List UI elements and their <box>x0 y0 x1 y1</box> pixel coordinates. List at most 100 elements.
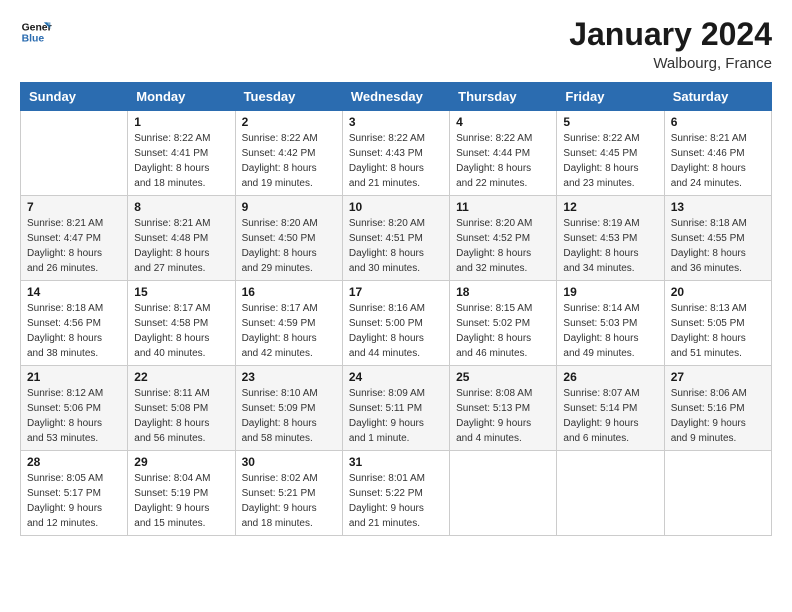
day-number: 5 <box>563 115 657 129</box>
day-info: Sunrise: 8:21 AMSunset: 4:47 PMDaylight:… <box>27 216 121 276</box>
cell-0-5: 5 Sunrise: 8:22 AMSunset: 4:45 PMDaylight… <box>557 111 664 196</box>
day-info: Sunrise: 8:21 AMSunset: 4:48 PMDaylight:… <box>134 216 228 276</box>
day-info: Sunrise: 8:17 AMSunset: 4:58 PMDaylight:… <box>134 301 228 361</box>
cell-1-1: 8 Sunrise: 8:21 AMSunset: 4:48 PMDaylight… <box>128 196 235 281</box>
page: General Blue January 2024 Walbourg, Fran… <box>0 0 792 612</box>
day-info: Sunrise: 8:18 AMSunset: 4:55 PMDaylight:… <box>671 216 765 276</box>
col-saturday: Saturday <box>664 83 771 111</box>
day-info: Sunrise: 8:08 AMSunset: 5:13 PMDaylight:… <box>456 386 550 446</box>
day-number: 10 <box>349 200 443 214</box>
cell-0-0 <box>21 111 128 196</box>
day-number: 11 <box>456 200 550 214</box>
day-info: Sunrise: 8:14 AMSunset: 5:03 PMDaylight:… <box>563 301 657 361</box>
day-info: Sunrise: 8:16 AMSunset: 5:00 PMDaylight:… <box>349 301 443 361</box>
col-tuesday: Tuesday <box>235 83 342 111</box>
week-row-4: 28 Sunrise: 8:05 AMSunset: 5:17 PMDayligh… <box>21 451 772 536</box>
cell-1-3: 10Sunrise: 8:20 AMSunset: 4:51 PMDayligh… <box>342 196 449 281</box>
cell-2-3: 17 Sunrise: 8:16 AMSunset: 5:00 PMDayligh… <box>342 281 449 366</box>
cell-2-5: 19 Sunrise: 8:14 AMSunset: 5:03 PMDayligh… <box>557 281 664 366</box>
day-number: 27 <box>671 370 765 384</box>
day-info: Sunrise: 8:05 AMSunset: 5:17 PMDaylight:… <box>27 471 121 531</box>
day-info: Sunrise: 8:12 AMSunset: 5:06 PMDaylight:… <box>27 386 121 446</box>
day-number: 24 <box>349 370 443 384</box>
cell-0-1: 1 Sunrise: 8:22 AMSunset: 4:41 PMDaylight… <box>128 111 235 196</box>
day-info: Sunrise: 8:09 AMSunset: 5:11 PMDaylight:… <box>349 386 443 446</box>
col-thursday: Thursday <box>450 83 557 111</box>
col-friday: Friday <box>557 83 664 111</box>
cell-2-6: 20 Sunrise: 8:13 AMSunset: 5:05 PMDayligh… <box>664 281 771 366</box>
day-info: Sunrise: 8:22 AMSunset: 4:42 PMDaylight:… <box>242 131 336 191</box>
day-number: 7 <box>27 200 121 214</box>
day-info: Sunrise: 8:21 AMSunset: 4:46 PMDaylight:… <box>671 131 765 191</box>
day-number: 19 <box>563 285 657 299</box>
day-number: 2 <box>242 115 336 129</box>
cell-2-0: 14 Sunrise: 8:18 AMSunset: 4:56 PMDayligh… <box>21 281 128 366</box>
day-number: 14 <box>27 285 121 299</box>
cell-4-1: 29 Sunrise: 8:04 AMSunset: 5:19 PMDayligh… <box>128 451 235 536</box>
cell-3-5: 26Sunrise: 8:07 AMSunset: 5:14 PMDayligh… <box>557 366 664 451</box>
day-number: 6 <box>671 115 765 129</box>
svg-text:Blue: Blue <box>22 34 45 45</box>
day-info: Sunrise: 8:17 AMSunset: 4:59 PMDaylight:… <box>242 301 336 361</box>
day-number: 29 <box>134 455 228 469</box>
cell-0-3: 3Sunrise: 8:22 AMSunset: 4:43 PMDaylight… <box>342 111 449 196</box>
cell-4-3: 31 Sunrise: 8:01 AMSunset: 5:22 PMDayligh… <box>342 451 449 536</box>
logo: General Blue <box>20 16 52 48</box>
cell-0-4: 4 Sunrise: 8:22 AMSunset: 4:44 PMDaylight… <box>450 111 557 196</box>
day-number: 28 <box>27 455 121 469</box>
cell-3-4: 25Sunrise: 8:08 AMSunset: 5:13 PMDayligh… <box>450 366 557 451</box>
day-number: 20 <box>671 285 765 299</box>
header: General Blue January 2024 Walbourg, Fran… <box>20 16 772 72</box>
day-number: 12 <box>563 200 657 214</box>
cell-3-3: 24 Sunrise: 8:09 AMSunset: 5:11 PMDayligh… <box>342 366 449 451</box>
week-row-2: 14 Sunrise: 8:18 AMSunset: 4:56 PMDayligh… <box>21 281 772 366</box>
week-row-3: 21Sunrise: 8:12 AMSunset: 5:06 PMDayligh… <box>21 366 772 451</box>
calendar-table: Sunday Monday Tuesday Wednesday Thursday… <box>20 82 772 536</box>
day-number: 16 <box>242 285 336 299</box>
day-number: 4 <box>456 115 550 129</box>
location: Walbourg, France <box>569 55 772 72</box>
cell-1-4: 11Sunrise: 8:20 AMSunset: 4:52 PMDayligh… <box>450 196 557 281</box>
logo-icon: General Blue <box>20 16 52 48</box>
cell-1-6: 13 Sunrise: 8:18 AMSunset: 4:55 PMDayligh… <box>664 196 771 281</box>
cell-1-0: 7 Sunrise: 8:21 AMSunset: 4:47 PMDaylight… <box>21 196 128 281</box>
day-number: 30 <box>242 455 336 469</box>
cell-3-0: 21Sunrise: 8:12 AMSunset: 5:06 PMDayligh… <box>21 366 128 451</box>
col-monday: Monday <box>128 83 235 111</box>
day-number: 13 <box>671 200 765 214</box>
day-info: Sunrise: 8:20 AMSunset: 4:50 PMDaylight:… <box>242 216 336 276</box>
col-wednesday: Wednesday <box>342 83 449 111</box>
day-number: 1 <box>134 115 228 129</box>
day-number: 23 <box>242 370 336 384</box>
cell-4-2: 30 Sunrise: 8:02 AMSunset: 5:21 PMDayligh… <box>235 451 342 536</box>
calendar-body: 1 Sunrise: 8:22 AMSunset: 4:41 PMDaylight… <box>21 111 772 536</box>
day-info: Sunrise: 8:13 AMSunset: 5:05 PMDaylight:… <box>671 301 765 361</box>
cell-4-4 <box>450 451 557 536</box>
day-info: Sunrise: 8:22 AMSunset: 4:45 PMDaylight:… <box>563 131 657 191</box>
col-sunday: Sunday <box>21 83 128 111</box>
day-number: 3 <box>349 115 443 129</box>
day-info: Sunrise: 8:04 AMSunset: 5:19 PMDaylight:… <box>134 471 228 531</box>
day-number: 15 <box>134 285 228 299</box>
day-number: 17 <box>349 285 443 299</box>
day-info: Sunrise: 8:02 AMSunset: 5:21 PMDaylight:… <box>242 471 336 531</box>
cell-4-6 <box>664 451 771 536</box>
week-row-0: 1 Sunrise: 8:22 AMSunset: 4:41 PMDaylight… <box>21 111 772 196</box>
day-info: Sunrise: 8:22 AMSunset: 4:41 PMDaylight:… <box>134 131 228 191</box>
cell-4-5 <box>557 451 664 536</box>
day-number: 9 <box>242 200 336 214</box>
cell-3-2: 23 Sunrise: 8:10 AMSunset: 5:09 PMDayligh… <box>235 366 342 451</box>
day-number: 8 <box>134 200 228 214</box>
cell-2-4: 18Sunrise: 8:15 AMSunset: 5:02 PMDayligh… <box>450 281 557 366</box>
day-info: Sunrise: 8:06 AMSunset: 5:16 PMDaylight:… <box>671 386 765 446</box>
week-row-1: 7 Sunrise: 8:21 AMSunset: 4:47 PMDaylight… <box>21 196 772 281</box>
month-title: January 2024 <box>569 16 772 53</box>
cell-1-5: 12Sunrise: 8:19 AMSunset: 4:53 PMDayligh… <box>557 196 664 281</box>
cell-2-1: 15 Sunrise: 8:17 AMSunset: 4:58 PMDayligh… <box>128 281 235 366</box>
day-number: 31 <box>349 455 443 469</box>
day-info: Sunrise: 8:10 AMSunset: 5:09 PMDaylight:… <box>242 386 336 446</box>
day-info: Sunrise: 8:22 AMSunset: 4:44 PMDaylight:… <box>456 131 550 191</box>
day-info: Sunrise: 8:18 AMSunset: 4:56 PMDaylight:… <box>27 301 121 361</box>
day-info: Sunrise: 8:01 AMSunset: 5:22 PMDaylight:… <box>349 471 443 531</box>
day-info: Sunrise: 8:07 AMSunset: 5:14 PMDaylight:… <box>563 386 657 446</box>
